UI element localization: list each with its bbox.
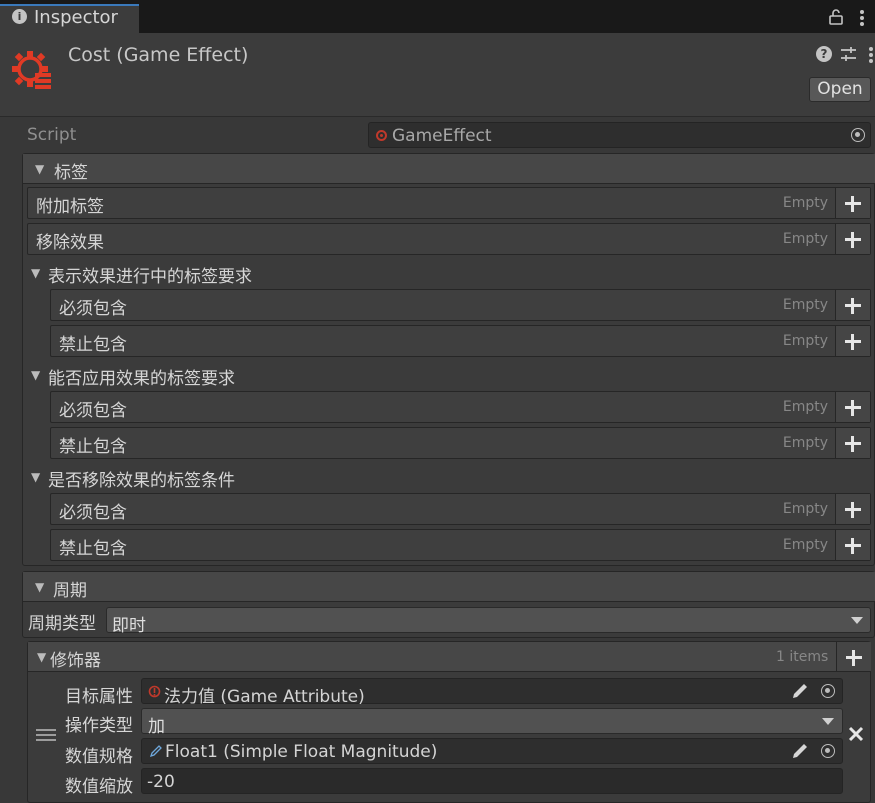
add-tag-button[interactable] [835,494,870,524]
tag-row-require: 必须包含 Empty [50,391,871,423]
row-label: 必须包含 [59,503,127,523]
magnitude-scale-value: -20 [147,772,175,792]
row-empty-text: Empty [782,297,828,313]
object-picker-icon[interactable] [851,128,865,142]
tags-header[interactable]: ▼ 标签 [23,154,875,184]
object-picker-icon[interactable] [821,744,835,758]
magnitude-spec-value: Float1 (Simple Float Magnitude) [165,742,438,762]
chevron-down-icon [822,718,834,725]
row-empty-text: Empty [782,537,828,553]
modifiers-title: 修饰器 [50,651,101,671]
script-value: GameEffect [392,126,492,146]
row-empty-text: Empty [782,435,828,451]
period-type-dropdown[interactable]: 即时 [106,607,871,636]
add-tag-button[interactable] [835,530,870,560]
tag-row-require: 必须包含 Empty [50,289,871,321]
group-application-header[interactable]: ▼ 能否应用效果的标签要求 [27,363,627,389]
game-effect-icon [12,51,51,89]
foldout-arrow-icon: ▼ [31,368,41,382]
group-ongoing-header[interactable]: ▼ 表示效果进行中的标签要求 [27,261,627,287]
script-field[interactable]: GameEffect [368,122,871,148]
period-type-value: 即时 [112,616,146,636]
drag-handle-icon[interactable] [35,727,57,743]
row-label: 禁止包含 [59,335,127,355]
object-picker-icon[interactable] [821,684,835,698]
pencil-icon[interactable] [790,681,810,701]
header-kebab-icon[interactable] [868,46,874,64]
tag-row-require: 必须包含 Empty [50,493,871,525]
row-empty-text: Empty [782,333,828,349]
attribute-icon [148,685,161,698]
row-label: 必须包含 [59,299,127,319]
add-tag-button[interactable] [835,224,870,254]
group-title: 是否移除效果的标签条件 [48,471,235,491]
foldout-arrow-icon: ▼ [37,650,47,664]
add-tag-button[interactable] [835,392,870,422]
tag-row-ignore: 禁止包含 Empty [50,325,871,357]
add-tag-button[interactable] [835,428,870,458]
modifiers-header[interactable]: ▼ 修饰器 1 items [28,642,871,672]
group-title: 表示效果进行中的标签要求 [48,267,252,287]
row-empty-text: Empty [782,231,828,247]
tab-inspector-label: Inspector [34,7,118,28]
group-removal-header[interactable]: ▼ 是否移除效果的标签条件 [27,465,627,491]
asset-title: Cost (Game Effect) [68,44,249,66]
period-header[interactable]: ▼ 周期 [23,572,875,602]
magnitude-spec-field[interactable]: Float1 (Simple Float Magnitude) [141,738,843,764]
row-label: 附加标签 [36,197,104,217]
target-attribute-field[interactable]: 法力值 (Game Attribute) [141,678,843,707]
add-modifier-button[interactable] [836,642,871,671]
operation-value: 加 [148,717,165,737]
tag-row-ignore: 禁止包含 Empty [50,427,871,459]
script-gear-icon [376,130,387,141]
foldout-arrow-icon: ▼ [35,580,45,594]
group-title: 能否应用效果的标签要求 [48,369,235,389]
foldout-arrow-icon: ▼ [31,266,41,280]
foldout-arrow-icon: ▼ [31,470,41,484]
lock-icon[interactable] [829,9,843,25]
help-icon[interactable]: ? [816,46,832,62]
target-attribute-value: 法力值 (Game Attribute) [164,687,365,707]
script-label: Script [27,125,77,145]
tags-title: 标签 [54,163,88,183]
add-tag-button[interactable] [835,188,870,218]
target-attribute-label: 目标属性 [65,687,133,707]
tag-row-remove: 移除效果 Empty [27,223,871,255]
magnitude-scale-input[interactable]: -20 [141,768,843,794]
row-label: 移除效果 [36,233,104,253]
add-tag-button[interactable] [835,290,870,320]
pencil-icon[interactable] [790,741,810,761]
operation-label: 操作类型 [65,716,133,736]
period-title: 周期 [53,581,87,601]
add-tag-button[interactable] [835,326,870,356]
kebab-menu-icon[interactable] [859,9,865,27]
info-icon: i [12,9,27,24]
operation-dropdown[interactable]: 加 [141,708,843,737]
float-asset-icon [149,745,162,758]
period-type-label: 周期类型 [28,614,96,634]
open-button[interactable]: Open [809,77,871,102]
magnitude-spec-label: 数值规格 [65,747,133,767]
magnitude-scale-label: 数值缩放 [65,777,133,797]
row-empty-text: Empty [782,501,828,517]
remove-modifier-icon[interactable] [846,724,866,744]
modifiers-count: 1 items [776,649,829,665]
row-label: 禁止包含 [59,437,127,457]
foldout-arrow-icon: ▼ [35,162,45,176]
tag-row-ignore: 禁止包含 Empty [50,529,871,561]
presets-icon[interactable] [840,46,857,62]
row-label: 必须包含 [59,401,127,421]
row-empty-text: Empty [782,195,828,211]
chevron-down-icon [851,617,863,624]
row-empty-text: Empty [782,399,828,415]
tag-row-add: 附加标签 Empty [27,187,871,219]
row-label: 禁止包含 [59,539,127,559]
